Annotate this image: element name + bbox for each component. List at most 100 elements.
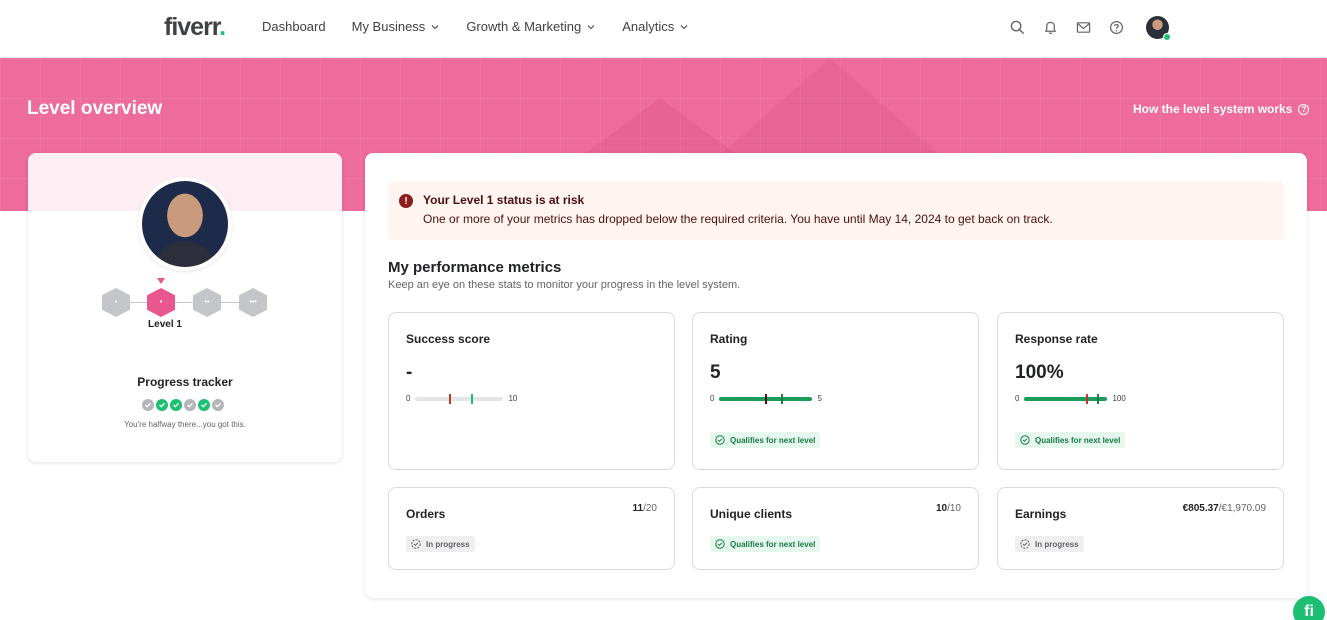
count-target: /10	[947, 503, 961, 514]
metric-unique-clients: Unique clients 10/10 Qualifies for next …	[692, 487, 979, 570]
user-avatar[interactable]	[1146, 16, 1171, 41]
badge-label: In progress	[1035, 539, 1079, 549]
nav-growth-marketing[interactable]: Growth & Marketing	[466, 19, 596, 34]
tracker-step-done	[198, 399, 210, 411]
progress-circle-icon	[1020, 539, 1030, 549]
metric-count: 10/10	[936, 503, 961, 514]
nav-growth-marketing-label: Growth & Marketing	[466, 19, 582, 34]
metric-earnings: Earnings €805.37/€1,970.09 In progress	[997, 487, 1284, 570]
scale-max: 5	[817, 394, 822, 403]
progress-circle-icon	[411, 539, 421, 549]
top-navigation: fiverr. Dashboard My Business Growth & M…	[0, 0, 1327, 58]
scale-max: 100	[1112, 394, 1126, 403]
alert-message: One or more of your metrics has dropped …	[423, 212, 1053, 226]
tracker-step-pending	[212, 399, 224, 411]
score-bar	[415, 393, 504, 404]
metric-title: Unique clients	[710, 507, 793, 521]
metric-orders: Orders 11/20 In progress	[388, 487, 675, 570]
count-current: €805.37	[1182, 503, 1219, 514]
rating-bar	[719, 393, 813, 404]
score-next-level-marker	[471, 393, 474, 404]
tracker-step-done	[170, 399, 182, 411]
progress-tracker-title: Progress tracker	[137, 375, 233, 389]
search-icon[interactable]	[1008, 18, 1026, 36]
nav-dashboard[interactable]: Dashboard	[262, 19, 326, 34]
level-system-link-label: How the level system works	[1133, 102, 1293, 116]
question-icon: ?	[1298, 103, 1310, 115]
nav-analytics[interactable]: Analytics	[622, 19, 689, 34]
chat-bubble-label: fi	[1304, 603, 1314, 620]
bell-icon[interactable]	[1041, 18, 1059, 36]
scale-min: 0	[406, 394, 411, 403]
help-icon[interactable]	[1107, 18, 1125, 36]
check-circle-icon	[1020, 435, 1030, 445]
tracker-step-pending	[184, 399, 196, 411]
fiverr-chat-bubble[interactable]: fi	[1293, 596, 1325, 620]
score-threshold-marker	[449, 393, 452, 404]
current-level-pointer-icon	[157, 278, 165, 284]
count-target: /20	[643, 503, 657, 514]
level-system-link[interactable]: How the level system works?	[1133, 102, 1310, 116]
rating-next-level-marker	[781, 393, 784, 404]
count-current: 10	[935, 503, 948, 514]
metric-title: Response rate	[1015, 332, 1098, 346]
metric-title: Earnings	[1015, 507, 1067, 521]
metric-success-score: Success score - 0 10	[388, 312, 675, 470]
badge-label: Qualifies for next level	[1035, 435, 1121, 445]
level-badge-2: ••	[193, 288, 221, 317]
metric-scale: 0 100	[1015, 393, 1126, 404]
qualifies-badge: Qualifies for next level	[1015, 432, 1126, 448]
current-level-label: Level 1	[148, 319, 182, 330]
badge-label: Qualifies for next level	[730, 539, 816, 549]
metric-title: Orders	[406, 507, 446, 521]
tracker-step-done	[156, 399, 168, 411]
count-target: /€1,970.09	[1218, 503, 1266, 514]
metrics-subtitle: Keep an eye on these stats to monitor yo…	[388, 279, 741, 291]
metrics-title: My performance metrics	[388, 259, 562, 276]
badge-label: In progress	[426, 539, 470, 549]
logo-dot: .	[219, 13, 226, 41]
metric-value: -	[406, 362, 413, 383]
rating-threshold-marker	[765, 393, 768, 404]
check-circle-icon	[715, 435, 725, 445]
level-risk-alert: ! Your Level 1 status is at risk One or …	[388, 181, 1284, 240]
metric-title: Success score	[406, 332, 491, 346]
level-track-line	[116, 302, 256, 303]
nav-dashboard-label: Dashboard	[262, 19, 326, 34]
level-badge-1: •	[147, 288, 175, 317]
level-track: • • •• ••• Level 1	[102, 278, 268, 338]
fiverr-logo[interactable]: fiverr.	[164, 13, 226, 42]
response-next-level-marker	[1097, 393, 1100, 404]
metric-scale: 0 5	[710, 393, 822, 404]
metric-value: 100%	[1015, 362, 1064, 383]
nav-my-business-label: My Business	[351, 19, 426, 34]
metric-scale: 0 10	[406, 393, 518, 404]
alert-icon: !	[399, 194, 413, 208]
metric-count: 11/20	[633, 503, 657, 514]
metric-response-rate: Response rate 100% 0 100 Qualifies for n…	[997, 312, 1284, 470]
qualifies-badge: Qualifies for next level	[710, 536, 821, 552]
qualifies-badge: Qualifies for next level	[710, 432, 821, 448]
nav-analytics-label: Analytics	[622, 19, 675, 34]
online-status-dot	[1163, 33, 1171, 41]
profile-card: • • •• ••• Level 1 Progress tracker You'…	[28, 153, 342, 462]
progress-tracker-message: You're halfway there...you got this.	[124, 420, 246, 429]
logo-text: fiverr	[164, 13, 220, 41]
chevron-down-icon	[680, 24, 688, 29]
page-title: Level overview	[27, 98, 163, 119]
nav-menu: Dashboard My Business Growth & Marketing…	[262, 19, 715, 34]
profile-photo-frame	[138, 177, 232, 271]
level-badge-new: •	[102, 288, 130, 317]
nav-my-business[interactable]: My Business	[352, 19, 441, 34]
response-bar	[1024, 393, 1108, 404]
count-current: 11	[632, 503, 644, 514]
chevron-down-icon	[587, 24, 595, 29]
scale-min: 0	[1015, 394, 1020, 403]
in-progress-badge: In progress	[406, 536, 475, 552]
mail-icon[interactable]	[1074, 18, 1092, 36]
profile-photo	[142, 181, 228, 267]
tracker-step-pending	[142, 399, 154, 411]
performance-panel: ! Your Level 1 status is at risk One or …	[365, 153, 1307, 598]
scale-max: 10	[508, 394, 518, 403]
chevron-down-icon	[431, 24, 439, 29]
